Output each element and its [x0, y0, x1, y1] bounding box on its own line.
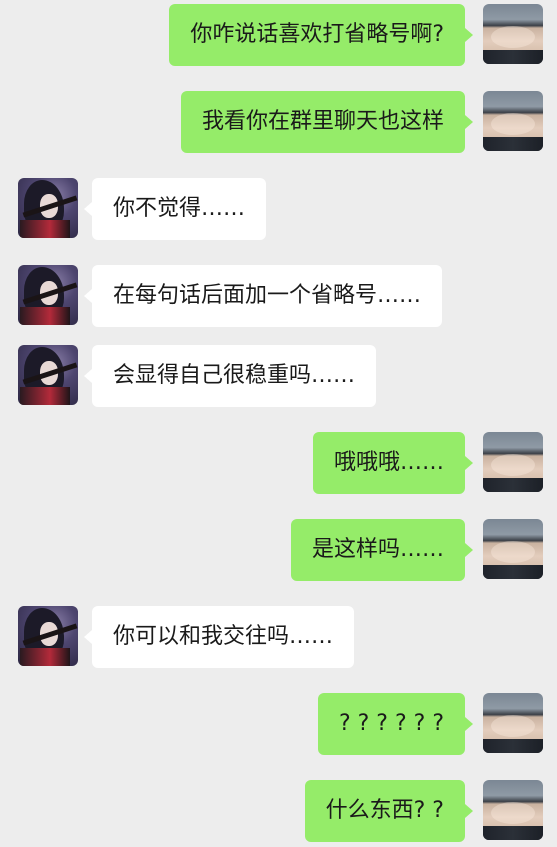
self-avatar[interactable]	[483, 4, 543, 64]
message-row: 是这样吗……	[0, 519, 557, 581]
contact-avatar[interactable]	[18, 265, 78, 325]
self-avatar[interactable]	[483, 780, 543, 840]
message-row: 什么东西? ?	[0, 780, 557, 842]
self-avatar[interactable]	[483, 91, 543, 151]
message-row: 你咋说话喜欢打省略号啊?	[0, 4, 557, 66]
sent-message-bubble[interactable]: 哦哦哦……	[312, 432, 474, 494]
self-avatar[interactable]	[483, 693, 543, 753]
message-row: 你不觉得……	[0, 178, 557, 240]
message-row: 哦哦哦……	[0, 432, 557, 494]
self-avatar[interactable]	[483, 519, 543, 579]
sent-message-bubble[interactable]: 我看你在群里聊天也这样	[180, 91, 474, 153]
sent-message-bubble[interactable]: 你咋说话喜欢打省略号啊?	[169, 4, 473, 66]
message-row: 你可以和我交往吗……	[0, 606, 557, 668]
sent-message-bubble[interactable]: 什么东西? ?	[304, 780, 474, 842]
received-message-bubble[interactable]: 会显得自己很稳重吗……	[83, 345, 377, 407]
message-row: 在每句话后面加一个省略号……	[0, 265, 557, 327]
message-row: ? ? ? ? ? ?	[0, 693, 557, 755]
sent-message-bubble[interactable]: 是这样吗……	[290, 519, 474, 581]
chat-message-list: 你咋说话喜欢打省略号啊? 我看你在群里聊天也这样 你不觉得…… 在每句话后面加一…	[0, 0, 557, 847]
contact-avatar[interactable]	[18, 606, 78, 666]
received-message-bubble[interactable]: 你可以和我交往吗……	[83, 606, 355, 668]
contact-avatar[interactable]	[18, 178, 78, 238]
sent-message-bubble[interactable]: ? ? ? ? ? ?	[317, 693, 474, 755]
message-row: 我看你在群里聊天也这样	[0, 91, 557, 153]
received-message-bubble[interactable]: 你不觉得……	[83, 178, 267, 240]
contact-avatar[interactable]	[18, 345, 78, 405]
message-row: 会显得自己很稳重吗……	[0, 345, 557, 407]
self-avatar[interactable]	[483, 432, 543, 492]
received-message-bubble[interactable]: 在每句话后面加一个省略号……	[83, 265, 443, 327]
